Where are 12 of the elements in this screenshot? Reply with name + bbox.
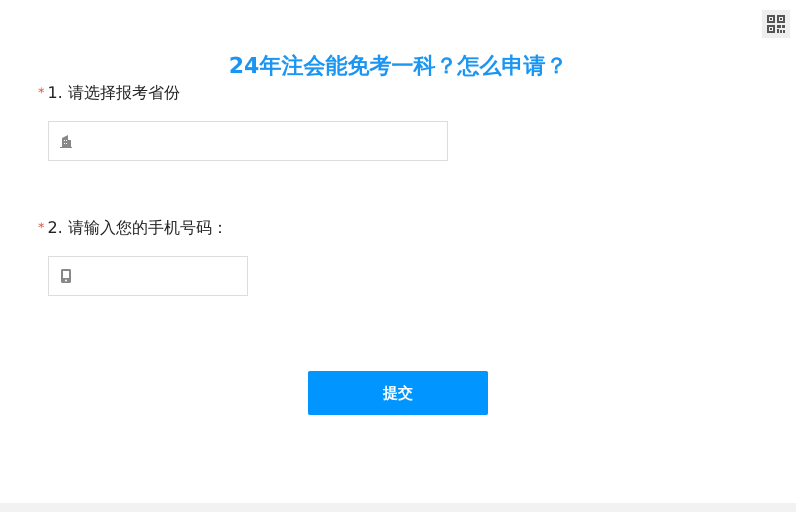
question-label: 1. 请选择报考省份 bbox=[48, 82, 180, 104]
input-field[interactable] bbox=[48, 121, 448, 161]
building-icon bbox=[59, 134, 73, 148]
phone-icon bbox=[59, 269, 73, 283]
qr-code-icon bbox=[766, 14, 786, 34]
qr-code-button[interactable] bbox=[762, 10, 790, 38]
input-field[interactable] bbox=[48, 256, 248, 296]
form-title: 24年注会能免考一科？怎么申请？ bbox=[228, 53, 568, 81]
question-label: 2. 请输入您的手机号码： bbox=[48, 218, 228, 238]
required-mark: * bbox=[38, 86, 44, 100]
submit-button[interactable]: 提交 bbox=[308, 371, 488, 415]
required-mark: * bbox=[38, 220, 44, 236]
